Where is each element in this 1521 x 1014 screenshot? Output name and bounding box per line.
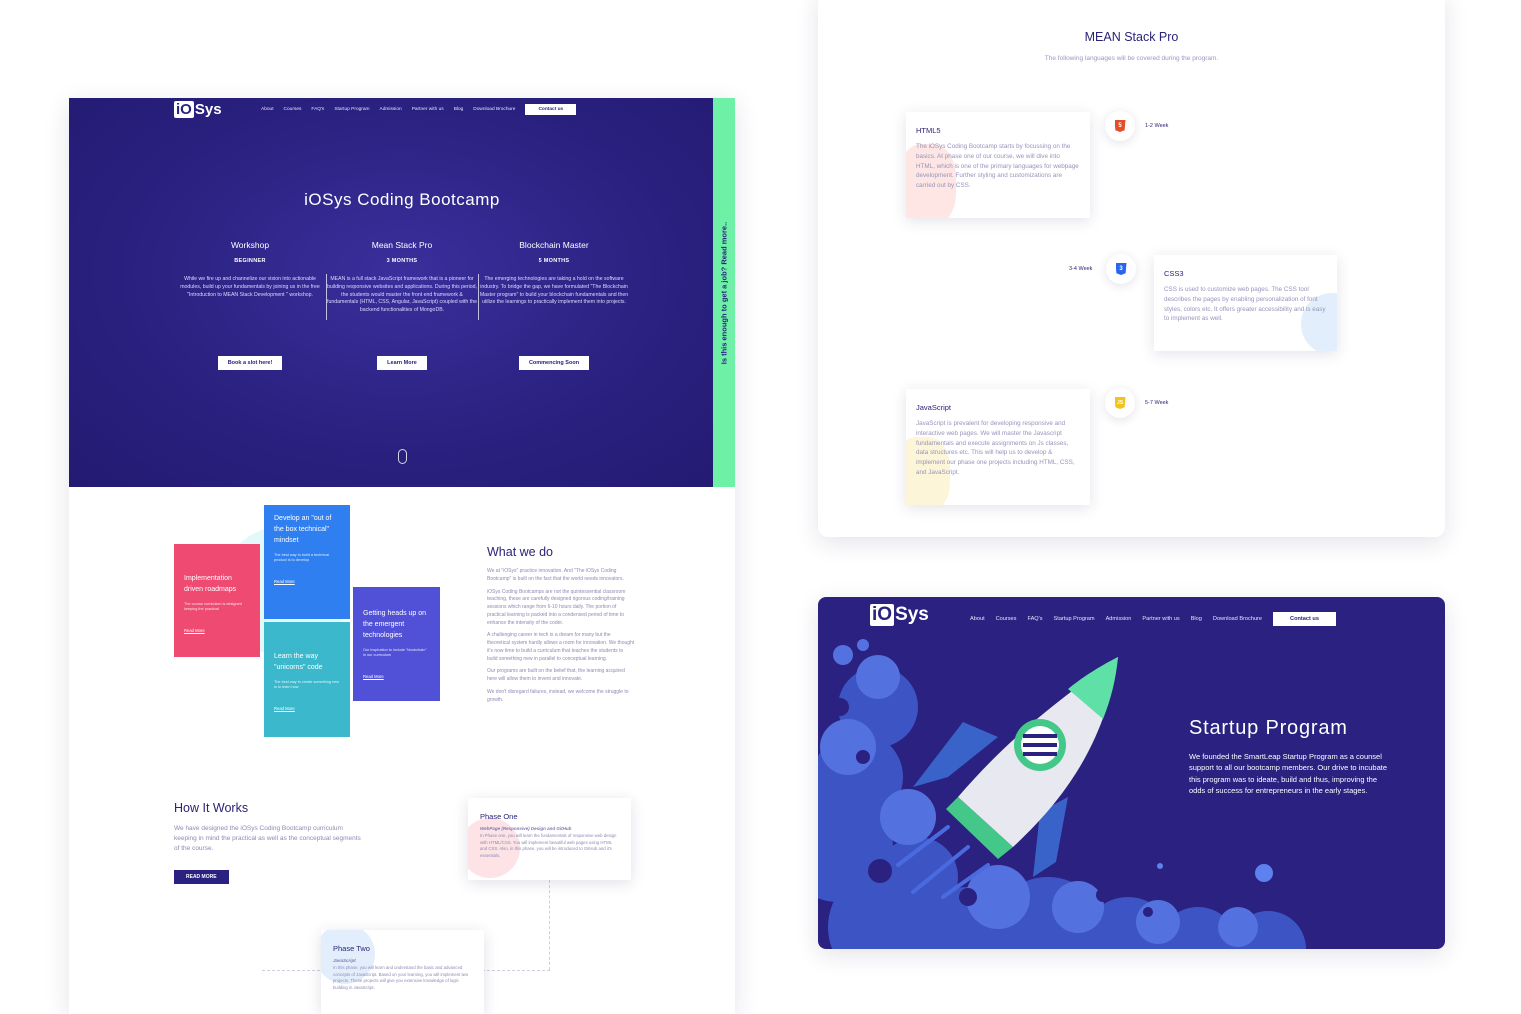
book-slot-button[interactable]: Book a slot here! bbox=[217, 356, 283, 370]
card-text: The best way to build a technical produc… bbox=[274, 552, 330, 563]
logo-text: Sys bbox=[194, 101, 222, 118]
card-title: Learn the way "unicorns" code bbox=[274, 653, 323, 671]
program-level: 5 MONTHS bbox=[538, 258, 570, 264]
hero-title: iOSys Coding Bootcamp bbox=[304, 190, 500, 209]
what-we-do-section: What we do We at "iOSys" practice innova… bbox=[487, 545, 635, 709]
language-text: The iOSys Coding Bootcamp starts by focu… bbox=[916, 143, 1079, 189]
feature-card-roadmaps[interactable]: Implementation driven roadmaps The cours… bbox=[174, 544, 260, 657]
card-read-more-link[interactable]: Read More bbox=[274, 579, 295, 584]
language-title: JavaScript bbox=[916, 403, 952, 412]
section-text: We have designed the iOSys Coding Bootca… bbox=[174, 825, 361, 853]
paragraph: iOSys Coding Bootcamps are not the quint… bbox=[487, 588, 626, 626]
logo[interactable]: iO Sys bbox=[174, 101, 222, 118]
paragraph: A challenging career in tech is a dream … bbox=[487, 632, 635, 662]
portfolio-canvas: iO Sys About Courses FAQ's Startup Progra… bbox=[0, 0, 1521, 1014]
program-name: Blockchain Master bbox=[519, 240, 589, 250]
program-mean-stack: Mean Stack Pro 3 MONTHS MEAN is a full s… bbox=[327, 240, 477, 370]
program-name: Mean Stack Pro bbox=[371, 240, 433, 250]
feature-card-emergent-tech[interactable]: Getting heads up on the emergent technol… bbox=[353, 587, 440, 701]
nav-download-brochure[interactable]: Download Brochure bbox=[473, 107, 515, 112]
paragraph: Our programs are built on the belief tha… bbox=[487, 668, 625, 682]
phase-topic: JavaScript bbox=[333, 958, 356, 963]
nav-admission[interactable]: Admission bbox=[380, 107, 402, 112]
card-title: Develop an "out of the box technical" mi… bbox=[274, 515, 332, 544]
language-title: HTML5 bbox=[916, 126, 941, 135]
language-text: JavaScript is prevalent for developing r… bbox=[916, 420, 1075, 476]
card-read-more-link[interactable]: Read More bbox=[274, 706, 295, 711]
phase-one-card[interactable]: Phase One WebPage (Responsive) Design an… bbox=[468, 798, 631, 880]
paragraph: We at "iOSys" practice innovation. And "… bbox=[487, 568, 624, 582]
startup-text: We founded the SmartLeap Startup Program… bbox=[1189, 752, 1388, 795]
learn-more-button[interactable]: Learn More bbox=[377, 356, 427, 370]
top-nav: About Courses FAQ's Startup Program Admi… bbox=[261, 104, 577, 115]
card-text: The course curriculum is designed keepin… bbox=[184, 601, 242, 612]
mean-stack-mockup: MEAN Stack Pro The following languages w… bbox=[818, 0, 1445, 537]
window-stripe bbox=[1023, 743, 1057, 747]
program-workshop: Workshop BEGINNER While we fire up and c… bbox=[175, 240, 325, 370]
nav-startup-program[interactable]: Startup Program bbox=[334, 107, 369, 112]
read-more-button[interactable]: READ MORE bbox=[174, 870, 229, 885]
window-stripe bbox=[1023, 752, 1057, 756]
program-description: MEAN is a full stack JavaScript framewor… bbox=[327, 276, 477, 314]
paragraph: We don't disregard failures, instead, we… bbox=[487, 688, 629, 703]
contact-us-button[interactable]: Contact us bbox=[525, 104, 577, 115]
logo-mark: iO bbox=[174, 101, 194, 118]
program-description: The emerging technologies are taking a h… bbox=[479, 276, 629, 306]
nav-about[interactable]: About bbox=[261, 107, 274, 112]
how-it-works-section: How It Works We have designed the iOSys … bbox=[174, 801, 364, 885]
card-title: Implementation driven roadmaps bbox=[184, 575, 237, 593]
startup-program-mockup: iO Sys About Courses FAQ's Startup Progra… bbox=[818, 597, 1445, 949]
program-blockchain: Blockchain Master 5 MONTHS The emerging … bbox=[479, 240, 629, 370]
feature-card-mindset[interactable]: Develop an "out of the box technical" mi… bbox=[264, 505, 350, 619]
section-title: What we do bbox=[487, 545, 554, 559]
duration-label: 1-2 Week bbox=[1145, 123, 1169, 129]
nav-courses[interactable]: Courses bbox=[284, 107, 302, 112]
hero-section: iO Sys About Courses FAQ's Startup Progra… bbox=[69, 98, 735, 487]
phase-topic: WebPage (Responsive) Design and GitHub bbox=[480, 826, 572, 831]
startup-title: Startup Program bbox=[1189, 717, 1348, 739]
duration-label: 3-4 Week bbox=[1069, 266, 1093, 272]
nav-faqs[interactable]: FAQ's bbox=[311, 107, 324, 112]
card-read-more-link[interactable]: Read More bbox=[363, 674, 384, 679]
commencing-soon-button[interactable]: Commencing Soon bbox=[518, 356, 590, 370]
nav-partner[interactable]: Partner with us bbox=[412, 107, 444, 112]
section-title: How It Works bbox=[174, 801, 249, 815]
duration-label: 5-7 Week bbox=[1145, 400, 1169, 406]
phase-two-card[interactable]: Phase Two JavaScript In this phase, you … bbox=[321, 930, 484, 1014]
language-text: CSS is used to customize web pages. The … bbox=[1164, 286, 1326, 323]
html5-icon: 5 bbox=[1105, 111, 1135, 141]
program-level: BEGINNER bbox=[234, 258, 266, 264]
timeline-connector bbox=[549, 880, 550, 970]
program-name: Workshop bbox=[230, 240, 270, 250]
program-level: 3 MONTHS bbox=[386, 258, 418, 264]
language-card-javascript[interactable]: JavaScript JavaScript is prevalent for d… bbox=[906, 389, 1090, 505]
side-tab-label: Is this enough to get a job? Read more.. bbox=[719, 221, 729, 364]
mean-stack-title: MEAN Stack Pro bbox=[1084, 30, 1179, 44]
language-card-css3[interactable]: CSS3 CSS is used to customize web pages.… bbox=[1154, 255, 1337, 351]
phase-text: In Phase one, you will learn the fundame… bbox=[480, 833, 617, 858]
phase-text: In this phase, you will learn and unders… bbox=[333, 965, 469, 990]
html5-shield-icon: 5 bbox=[1114, 120, 1126, 132]
nav-blog[interactable]: Blog bbox=[454, 107, 464, 112]
css3-icon: 3 bbox=[1106, 254, 1136, 284]
css3-shield-icon: 3 bbox=[1115, 263, 1127, 275]
js-shield-icon: JS bbox=[1114, 397, 1126, 409]
job-readiness-side-tab[interactable]: Is this enough to get a job? Read more.. bbox=[713, 98, 735, 487]
card-title: Getting heads up on the emergent technol… bbox=[363, 610, 427, 639]
scroll-mouse-icon[interactable] bbox=[398, 449, 407, 464]
landing-page-mockup: iO Sys About Courses FAQ's Startup Progra… bbox=[69, 98, 735, 1014]
card-read-more-link[interactable]: Read More bbox=[184, 628, 205, 633]
card-text: Our inspiration to include "blockchain" … bbox=[363, 647, 427, 658]
phase-title: Phase One bbox=[480, 812, 518, 821]
language-title: CSS3 bbox=[1164, 269, 1184, 278]
card-text: The best way to create something new is … bbox=[274, 679, 340, 690]
javascript-icon: JS bbox=[1105, 388, 1135, 418]
phase-title: Phase Two bbox=[333, 944, 370, 953]
window-stripe bbox=[1023, 734, 1057, 738]
program-description: While we fire up and channelize our visi… bbox=[180, 276, 320, 298]
feature-card-unicorns[interactable]: Learn the way "unicorns" code The best w… bbox=[264, 622, 350, 737]
floating-bubbles bbox=[1070, 716, 1273, 882]
language-card-html5[interactable]: HTML5 The iOSys Coding Bootcamp starts b… bbox=[906, 112, 1090, 218]
mean-stack-subtitle: The following languages will be covered … bbox=[1044, 55, 1219, 62]
